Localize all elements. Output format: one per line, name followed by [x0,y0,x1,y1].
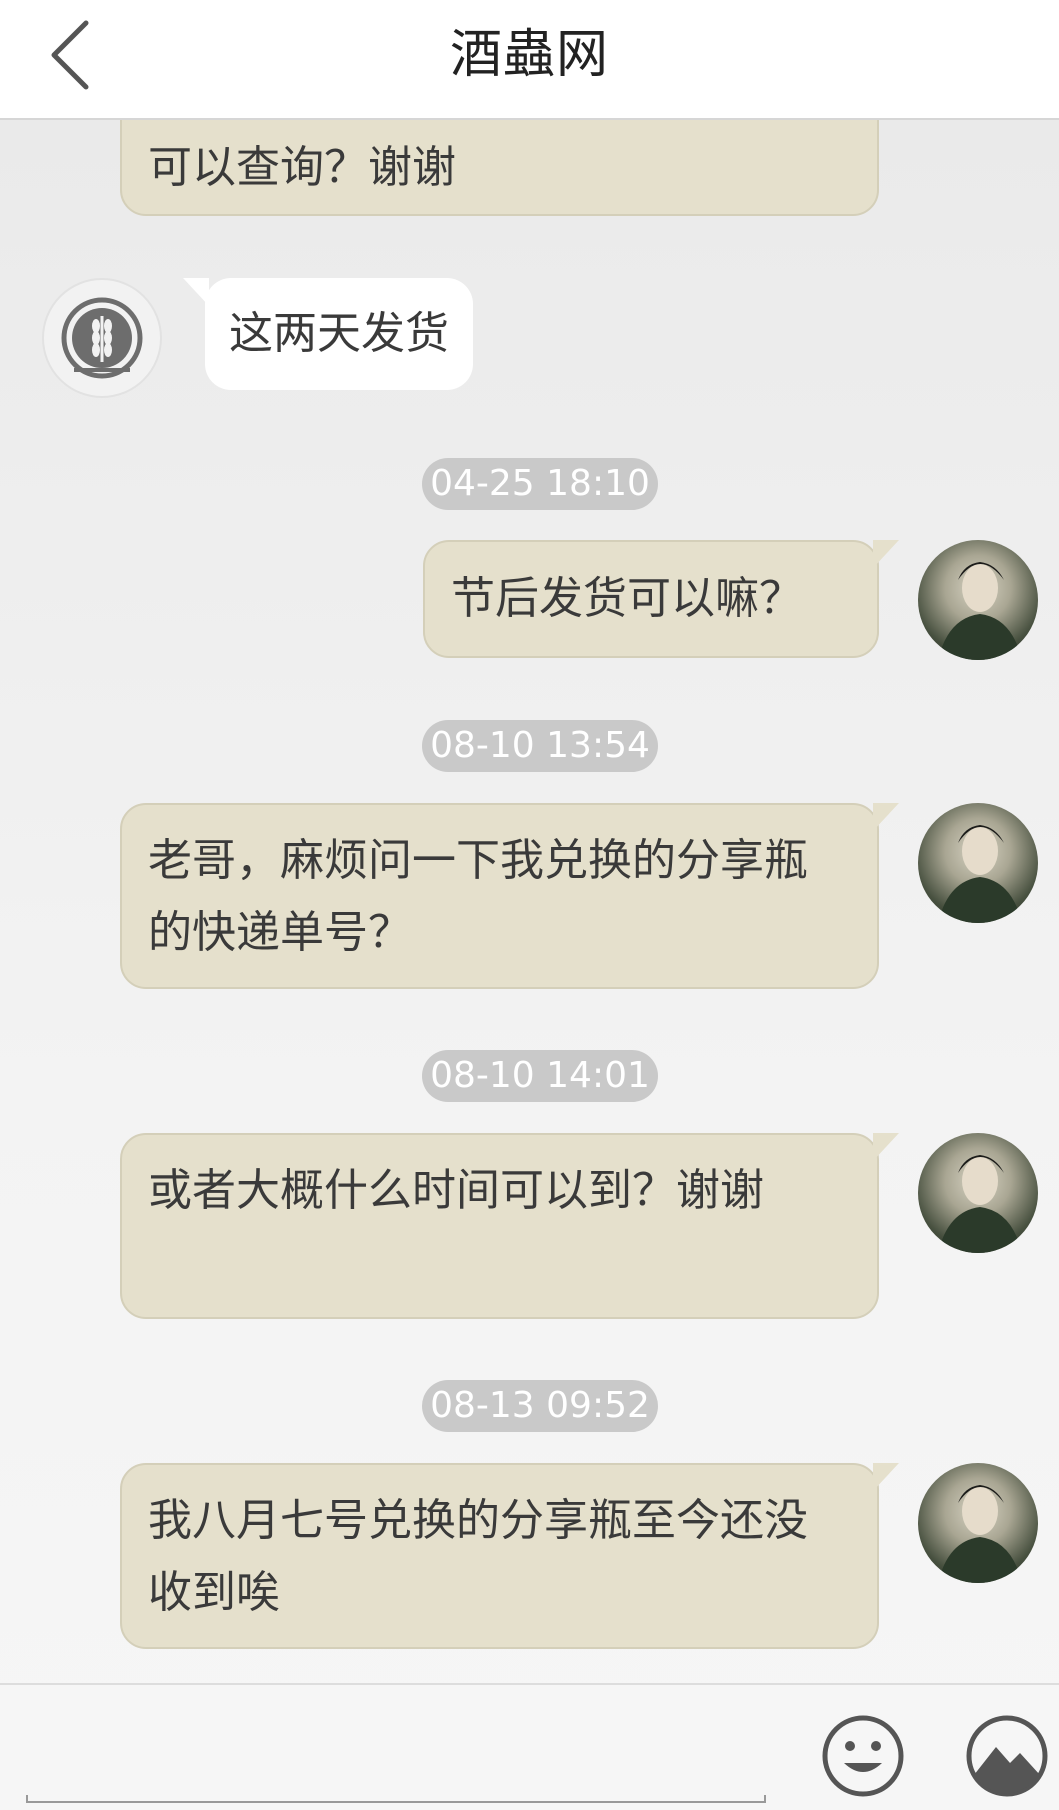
timestamp: 04-25 18:10 [422,458,658,510]
input-bar [0,1683,1059,1810]
message-text: 老哥，麻烦问一下我兑换的分享瓶的快递单号？ [148,835,808,958]
top-bar: 酒蟲网 [0,0,1059,120]
message-bubble-shop[interactable]: 这两天发货 [183,278,473,390]
portrait-icon [938,825,1022,923]
portrait-icon [938,562,1022,660]
chat-list[interactable]: 可以查询？谢谢 这两天发货 04-25 18:10 节后发货可以嘛？ 08-10… [0,120,1059,1683]
user-avatar[interactable] [918,1463,1038,1583]
message-text: 或者大概什么时间可以到？谢谢 [148,1165,764,1216]
message-bubble-user[interactable]: 节后发货可以嘛？ [423,540,899,658]
smiley-icon [822,1715,904,1797]
wheat-logo-icon [61,297,143,379]
user-avatar[interactable] [918,540,1038,660]
image-button[interactable] [964,1713,1050,1799]
portrait-icon [938,1485,1022,1583]
portrait-icon [938,1155,1022,1253]
page-title: 酒蟲网 [449,25,609,85]
message-input[interactable] [26,1795,766,1803]
message-text: 可以查询？谢谢 [148,142,456,193]
shop-avatar[interactable] [42,278,162,398]
user-avatar[interactable] [918,1133,1038,1253]
timestamp: 08-10 13:54 [422,720,658,772]
emoji-button[interactable] [820,1713,906,1799]
timestamp: 08-13 09:52 [422,1380,658,1432]
user-avatar[interactable] [918,803,1038,923]
timestamp: 08-10 14:01 [422,1050,658,1102]
message-text: 节后发货可以嘛？ [451,573,803,624]
message-bubble-user[interactable]: 或者大概什么时间可以到？谢谢 [120,1133,899,1319]
image-icon [966,1715,1048,1797]
message-bubble-user[interactable]: 我八月七号兑换的分享瓶至今还没收到唉 [120,1463,899,1649]
message-text: 我八月七号兑换的分享瓶至今还没收到唉 [148,1495,808,1618]
message-text: 这两天发货 [229,308,449,359]
message-bubble-user[interactable]: 老哥，麻烦问一下我兑换的分享瓶的快递单号？ [120,803,899,989]
message-bubble-user[interactable]: 可以查询？谢谢 [120,120,879,216]
